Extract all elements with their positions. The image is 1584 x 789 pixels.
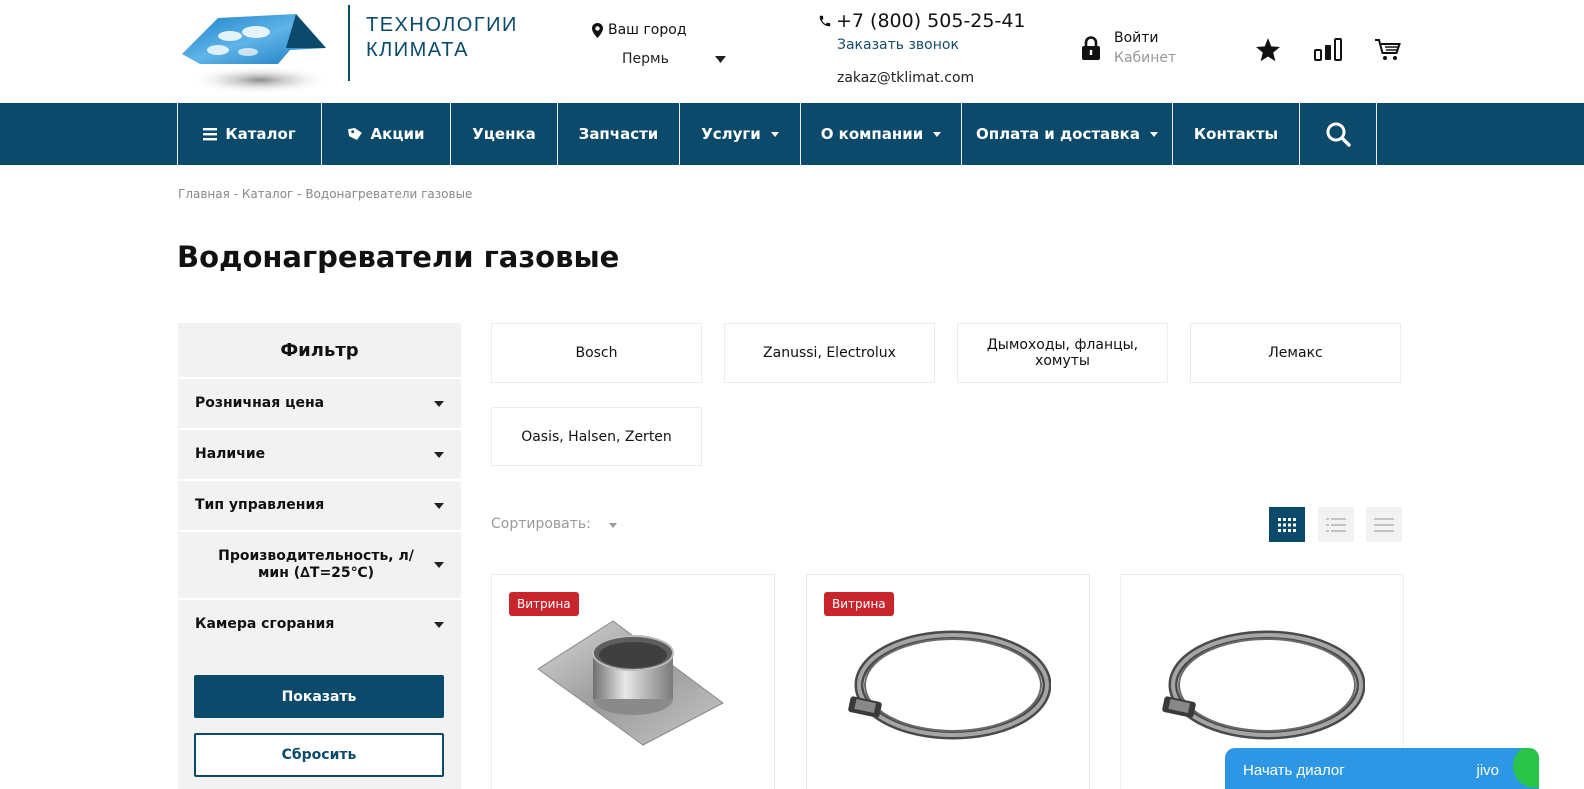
menu-icon <box>203 128 218 141</box>
login-title: Войти <box>1114 30 1159 46</box>
nav-payment-label: Оплата и доставка <box>976 125 1140 143</box>
view-table-button[interactable] <box>1366 507 1402 542</box>
nav-contacts[interactable]: Контакты <box>1172 103 1299 165</box>
view-grid-button[interactable] <box>1269 507 1305 542</box>
nav-services[interactable]: Услуги <box>679 103 800 165</box>
filter-reset-button[interactable]: Сбросить <box>194 733 444 777</box>
list-view-icon <box>1326 517 1346 532</box>
filter-item-availability[interactable]: Наличие <box>178 428 461 479</box>
breadcrumb-separator: - <box>293 187 306 201</box>
phone-number: +7 (800) 505-25-41 <box>836 10 1026 32</box>
filter-show-button[interactable]: Показать <box>194 675 444 718</box>
city-label: Ваш город <box>608 22 687 38</box>
subcategory-zanussi-electrolux[interactable]: Zanussi, Electrolux <box>724 323 935 383</box>
filter-item-label: Наличие <box>195 446 266 462</box>
chat-label: Начать диалог <box>1243 762 1345 779</box>
logo-line-2: КЛИМАТА <box>366 39 469 61</box>
login-subtitle: Кабинет <box>1114 50 1177 66</box>
nav-markdown[interactable]: Уценка <box>450 103 557 165</box>
city-label-row: Ваш город <box>592 22 687 38</box>
city-dropdown[interactable]: Пермь <box>622 51 726 67</box>
favorites-icon[interactable] <box>1254 36 1282 64</box>
breadcrumb-catalog[interactable]: Каталог <box>242 187 294 201</box>
nav-about[interactable]: О компании <box>800 103 961 165</box>
breadcrumb: Главная - Каталог - Водонагреватели газо… <box>178 187 472 201</box>
product-card[interactable]: Витрина <box>491 574 775 789</box>
compare-icon[interactable] <box>1314 36 1342 64</box>
filter-item-label: Тип управления <box>195 497 325 513</box>
filter-item-price[interactable]: Розничная цена <box>178 377 461 428</box>
nav-sales[interactable]: Акции <box>321 103 450 165</box>
nav-markdown-label: Уценка <box>472 125 536 143</box>
flange-image <box>538 620 724 746</box>
chat-widget[interactable]: Начать диалог jivo <box>1225 748 1539 789</box>
grid-view-icon <box>1278 517 1296 532</box>
filter-item-combustion-chamber[interactable]: Камера сгорания <box>178 598 461 649</box>
product-card[interactable]: Витрина <box>806 574 1090 789</box>
nav-search[interactable] <box>1299 103 1377 165</box>
main-nav: Каталог Акции Уценка Запчасти Услуги О к… <box>0 103 1584 165</box>
chevron-down-icon <box>1149 131 1158 137</box>
chat-status-icon <box>1513 748 1539 788</box>
sort-label: Сортировать: <box>491 516 591 532</box>
subcategory-chimneys[interactable]: Дымоходы, фланцы, хомуты <box>957 323 1168 383</box>
breadcrumb-current: Водонагреватели газовые <box>305 187 473 201</box>
page-title: Водонагреватели газовые <box>177 240 620 274</box>
nav-payment[interactable]: Оплата и доставка <box>961 103 1172 165</box>
phone-row[interactable]: +7 (800) 505-25-41 <box>818 10 1026 32</box>
cart-icon[interactable] <box>1374 36 1402 64</box>
chevron-down-icon <box>608 523 617 528</box>
company-logo[interactable] <box>178 6 338 98</box>
chevron-down-icon <box>933 131 942 137</box>
city-value: Пермь <box>622 51 669 67</box>
chevron-down-icon <box>434 401 444 407</box>
nav-about-label: О компании <box>820 125 924 143</box>
lock-icon <box>1082 36 1100 60</box>
logo-line-1: ТЕХНОЛОГИИ <box>366 14 518 36</box>
subcategory-bosch[interactable]: Bosch <box>491 323 702 383</box>
filter-panel: Фильтр Розничная цена Наличие Тип управл… <box>178 323 461 789</box>
filter-item-control-type[interactable]: Тип управления <box>178 479 461 530</box>
status-badge: Витрина <box>509 592 579 616</box>
tag-icon <box>347 127 362 140</box>
subcategory-lemaks[interactable]: Лемакс <box>1190 323 1401 383</box>
search-icon <box>1326 122 1351 147</box>
location-pin-icon <box>592 22 603 38</box>
chevron-down-icon <box>434 622 444 628</box>
email-link[interactable]: zakaz@tklimat.com <box>837 70 974 86</box>
site-header: ТЕХНОЛОГИИ КЛИМАТА Ваш город Пермь +7 (8… <box>0 0 1584 103</box>
logo-text[interactable]: ТЕХНОЛОГИИ КЛИМАТА <box>366 13 518 63</box>
chevron-down-icon <box>434 503 444 509</box>
filter-item-label: Производительность, л/мин (∆T=25℃) <box>218 548 414 581</box>
nav-catalog-label: Каталог <box>225 125 296 143</box>
filter-item-capacity[interactable]: Производительность, л/мин (∆T=25℃) <box>178 530 461 598</box>
clamp-image <box>1162 630 1365 740</box>
chat-brand: jivo <box>1476 762 1499 779</box>
sort-dropdown[interactable]: Сортировать: <box>491 516 617 532</box>
clamp-image <box>848 630 1051 740</box>
nav-services-label: Услуги <box>701 125 761 143</box>
status-badge: Витрина <box>824 592 894 616</box>
chevron-down-icon <box>715 55 726 63</box>
table-view-icon <box>1374 517 1394 532</box>
nav-parts-label: Запчасти <box>578 125 659 143</box>
chevron-down-icon <box>434 452 444 458</box>
logo-divider <box>348 5 350 81</box>
nav-sales-label: Акции <box>370 125 425 143</box>
nav-parts[interactable]: Запчасти <box>557 103 679 165</box>
nav-contacts-label: Контакты <box>1193 125 1279 143</box>
breadcrumb-separator: - <box>229 187 242 201</box>
breadcrumb-home[interactable]: Главная <box>178 187 230 201</box>
view-list-button[interactable] <box>1318 507 1354 542</box>
filter-item-label: Розничная цена <box>195 395 325 411</box>
nav-catalog[interactable]: Каталог <box>177 103 321 165</box>
callback-link[interactable]: Заказать звонок <box>837 37 959 53</box>
filter-item-label: Камера сгорания <box>195 616 335 632</box>
subcategory-oasis-halsen-zerten[interactable]: Oasis, Halsen, Zerten <box>491 407 702 466</box>
chevron-down-icon <box>770 131 779 137</box>
phone-icon <box>819 15 831 27</box>
chevron-down-icon <box>434 562 444 568</box>
filter-title: Фильтр <box>280 339 359 361</box>
